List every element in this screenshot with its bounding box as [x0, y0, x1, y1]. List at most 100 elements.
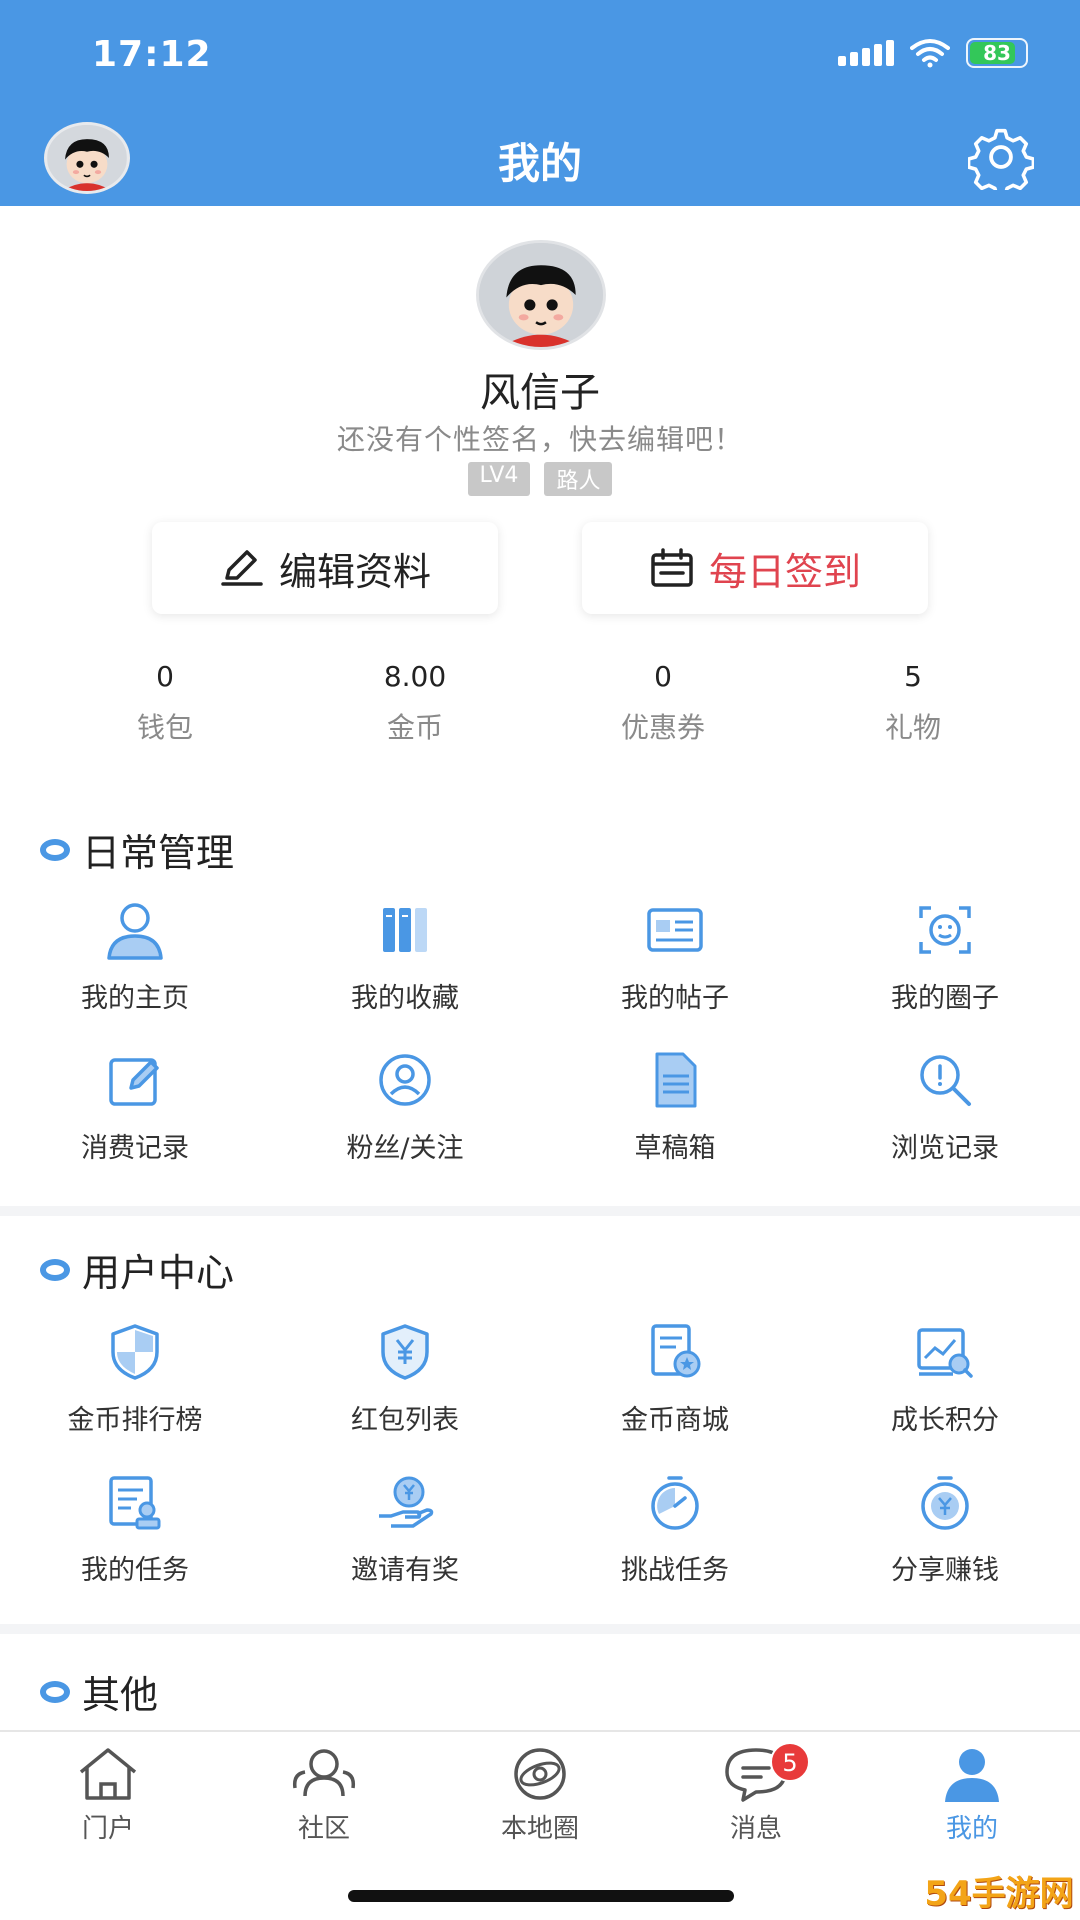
grid-label: 金币商城 — [621, 1405, 729, 1436]
section-daily-title: 日常管理 — [40, 822, 234, 877]
yuan-shield-icon — [381, 1324, 429, 1380]
profile-signature[interactable]: 还没有个性签名，快去编辑吧！ — [0, 418, 1080, 458]
grid-drafts[interactable]: 草稿箱 — [540, 1048, 810, 1165]
section-dot-icon — [40, 838, 70, 861]
grid-label: 草稿箱 — [634, 1133, 716, 1164]
task-list-icon — [109, 1476, 161, 1530]
tab-messages[interactable]: 消息 5 — [648, 1742, 864, 1845]
stat-coins[interactable]: 8.00 金币 — [290, 660, 540, 746]
section-title-text: 其他 — [82, 1673, 159, 1717]
status-icons: 83 — [838, 38, 1028, 68]
grid-red-packet-list[interactable]: 红包列表 — [270, 1320, 540, 1437]
tab-portal[interactable]: 门户 — [0, 1744, 216, 1845]
grid-label: 消费记录 — [81, 1133, 189, 1164]
user-search-icon — [379, 1054, 431, 1106]
tab-label: 本地圈 — [500, 1814, 579, 1844]
grid-fans-follow[interactable]: 粉丝/关注 — [270, 1048, 540, 1165]
watermark-logo: 54手游网 — [924, 1873, 1074, 1914]
section-dot-icon — [40, 1680, 70, 1703]
section-other-title: 其他 — [40, 1664, 158, 1719]
stat-label: 金币 — [386, 711, 443, 744]
stat-label: 礼物 — [884, 711, 941, 744]
stat-value: 5 — [904, 660, 922, 693]
grid-invite-rewards[interactable]: 邀请有奖 — [270, 1470, 540, 1587]
grid-challenge-tasks[interactable]: 挑战任务 — [540, 1470, 810, 1587]
grid-coin-mall[interactable]: 金币商城 — [540, 1320, 810, 1437]
edit-profile-button[interactable]: 编辑资料 — [152, 522, 498, 614]
profile-name: 风信子 — [480, 370, 600, 416]
app-header: 17:12 83 我的 — [0, 0, 1080, 206]
grid-my-favorites[interactable]: 我的收藏 — [270, 898, 540, 1015]
cartoon-avatar-icon — [479, 243, 603, 347]
grid-label: 我的帖子 — [621, 983, 729, 1014]
grid-label: 挑战任务 — [621, 1555, 729, 1586]
edit-note-icon — [109, 1058, 159, 1106]
grid-growth-points[interactable]: 成长积分 — [810, 1320, 1080, 1437]
tab-label: 消息 — [729, 1814, 782, 1844]
edit-profile-label: 编辑资料 — [278, 549, 431, 594]
tab-label: 门户 — [81, 1814, 134, 1844]
stat-coupons[interactable]: 0 优惠券 — [538, 660, 788, 746]
grid-label: 成长积分 — [891, 1405, 999, 1436]
grid-label: 金币排行榜 — [67, 1405, 203, 1436]
document-icon — [655, 1052, 697, 1108]
grid-my-tasks[interactable]: 我的任务 — [0, 1470, 270, 1587]
grid-label: 粉丝/关注 — [346, 1133, 464, 1164]
rank-badge: 路人 — [544, 462, 613, 496]
grid-label: 我的圈子 — [891, 983, 999, 1014]
stat-wallet[interactable]: 0 钱包 — [40, 660, 290, 746]
cellular-signal-icon — [838, 40, 894, 66]
grid-spending-records[interactable]: 消费记录 — [0, 1048, 270, 1165]
profile-avatar[interactable] — [476, 240, 606, 350]
grid-label: 我的主页 — [81, 983, 189, 1014]
community-icon — [292, 1749, 356, 1797]
tab-mine[interactable]: 我的 — [864, 1744, 1080, 1845]
section-divider — [0, 1624, 1080, 1634]
grid-label: 浏览记录 — [891, 1133, 999, 1164]
daily-checkin-label: 每日签到 — [708, 549, 861, 594]
grid-label: 我的任务 — [81, 1555, 189, 1586]
tab-label: 社区 — [297, 1814, 350, 1844]
status-bar: 17:12 83 — [0, 0, 1080, 110]
id-card-icon — [647, 908, 703, 952]
grid-coin-leaderboard[interactable]: 金币排行榜 — [0, 1320, 270, 1437]
page-title: 我的 — [497, 139, 582, 188]
grid-my-homepage[interactable]: 我的主页 — [0, 898, 270, 1015]
grid-label: 分享赚钱 — [891, 1555, 999, 1586]
tab-label: 我的 — [945, 1814, 998, 1844]
level-badge: LV4 — [467, 462, 531, 496]
settings-button[interactable] — [966, 124, 1036, 198]
gear-icon — [966, 128, 1036, 198]
calendar-icon — [651, 548, 693, 587]
grid-share-earn[interactable]: 分享赚钱 — [810, 1470, 1080, 1587]
stat-gifts[interactable]: 5 礼物 — [788, 660, 1038, 746]
stat-value: 0 — [156, 660, 174, 693]
battery-indicator: 83 — [966, 38, 1028, 68]
user-icon — [107, 903, 163, 960]
section-divider — [0, 1206, 1080, 1216]
daily-checkin-button[interactable]: 每日签到 — [582, 522, 928, 614]
nav-bar: 我的 — [0, 116, 1080, 200]
home-indicator[interactable] — [348, 1890, 734, 1902]
stat-value: 0 — [654, 660, 672, 693]
grid-browse-history[interactable]: 浏览记录 — [810, 1048, 1080, 1165]
wifi-icon — [910, 39, 950, 68]
tab-local-circle[interactable]: 本地圈 — [432, 1744, 648, 1845]
magnifier-icon — [920, 1055, 971, 1106]
growth-chart-icon — [917, 1328, 973, 1378]
grid-label: 邀请有奖 — [351, 1555, 459, 1586]
hand-coin-icon — [379, 1476, 434, 1528]
stat-label: 钱包 — [136, 711, 193, 744]
store-list-icon — [651, 1324, 701, 1378]
face-scan-icon — [919, 906, 971, 954]
section-dot-icon — [40, 1258, 70, 1281]
tab-community[interactable]: 社区 — [216, 1744, 432, 1845]
stat-label: 优惠券 — [620, 711, 705, 744]
books-icon — [383, 908, 427, 952]
planet-icon — [514, 1748, 566, 1800]
profile-tags: LV4 路人 — [0, 462, 1080, 496]
section-user-center-title: 用户中心 — [40, 1242, 234, 1297]
grid-my-posts[interactable]: 我的帖子 — [540, 898, 810, 1015]
grid-my-circles[interactable]: 我的圈子 — [810, 898, 1080, 1015]
grid-label: 红包列表 — [351, 1405, 459, 1436]
